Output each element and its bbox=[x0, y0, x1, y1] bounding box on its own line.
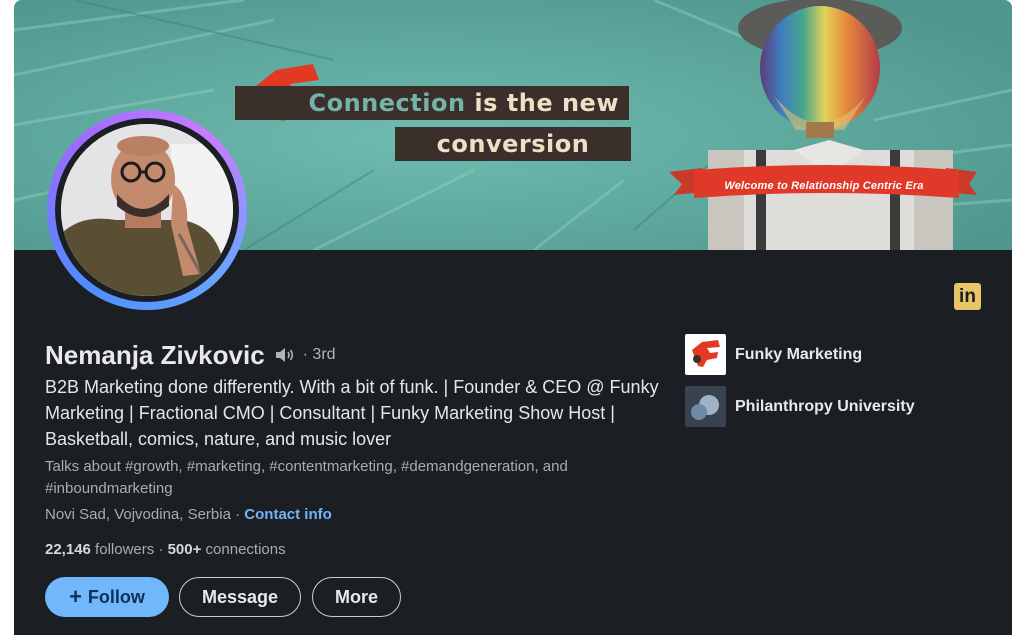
profile-photo-image bbox=[61, 124, 233, 296]
contact-info-link[interactable]: Contact info bbox=[244, 506, 332, 523]
stats-separator: · bbox=[154, 541, 168, 558]
location-row: Novi Sad, Vojvodina, Serbia · Contact in… bbox=[45, 506, 332, 523]
org-funky-marketing[interactable]: Funky Marketing bbox=[685, 334, 862, 375]
org-philanthropy-university[interactable]: Philanthropy University bbox=[685, 386, 915, 427]
avatar-frame bbox=[55, 118, 239, 302]
funky-marketing-logo-icon bbox=[685, 334, 726, 375]
avatar[interactable] bbox=[47, 110, 247, 310]
linkedin-icon[interactable]: in bbox=[954, 283, 981, 310]
location-separator: · bbox=[230, 506, 245, 523]
banner-headline-rest: is the new bbox=[465, 89, 619, 117]
philanthropy-university-logo bbox=[685, 386, 726, 427]
plus-icon: + bbox=[69, 584, 82, 609]
philanthropy-university-logo-icon bbox=[685, 386, 726, 427]
stats-row: 22,146 followers · 500+ connections bbox=[45, 541, 286, 558]
name-row: Nemanja Zivkovic · 3rd bbox=[45, 338, 336, 372]
profile-headline: B2B Marketing done differently. With a b… bbox=[45, 377, 659, 449]
connections-count[interactable]: 500+ bbox=[168, 541, 202, 558]
followers-label: followers bbox=[90, 541, 155, 558]
connections-label[interactable]: connections bbox=[201, 541, 286, 558]
message-button[interactable]: Message bbox=[179, 577, 301, 617]
profile-photo bbox=[61, 124, 233, 296]
org-name: Funky Marketing bbox=[735, 345, 863, 363]
follow-label: Follow bbox=[87, 586, 145, 607]
org-name: Philanthropy University bbox=[735, 397, 915, 415]
profile-name: Nemanja Zivkovic bbox=[45, 339, 265, 370]
more-button[interactable]: More bbox=[312, 577, 401, 617]
follow-button[interactable]: + Follow bbox=[45, 577, 169, 617]
banner-headline-line1: Connection is the new bbox=[235, 86, 629, 120]
banner-headline-accent: Connection bbox=[308, 89, 466, 117]
connection-degree: · 3rd bbox=[302, 346, 336, 363]
speaker-icon[interactable] bbox=[273, 343, 297, 367]
talks-about: Talks about #growth, #marketing, #conten… bbox=[45, 458, 568, 497]
banner-ribbon-text: Welcome to Relationship Centric Era bbox=[724, 180, 924, 192]
location: Novi Sad, Vojvodina, Serbia bbox=[45, 506, 231, 523]
funky-marketing-logo bbox=[685, 334, 726, 375]
banner-headline-line2: conversion bbox=[395, 127, 631, 161]
followers-count: 22,146 bbox=[45, 541, 91, 558]
profile-card: Connection is the new conversion Welcome… bbox=[14, 0, 1012, 635]
